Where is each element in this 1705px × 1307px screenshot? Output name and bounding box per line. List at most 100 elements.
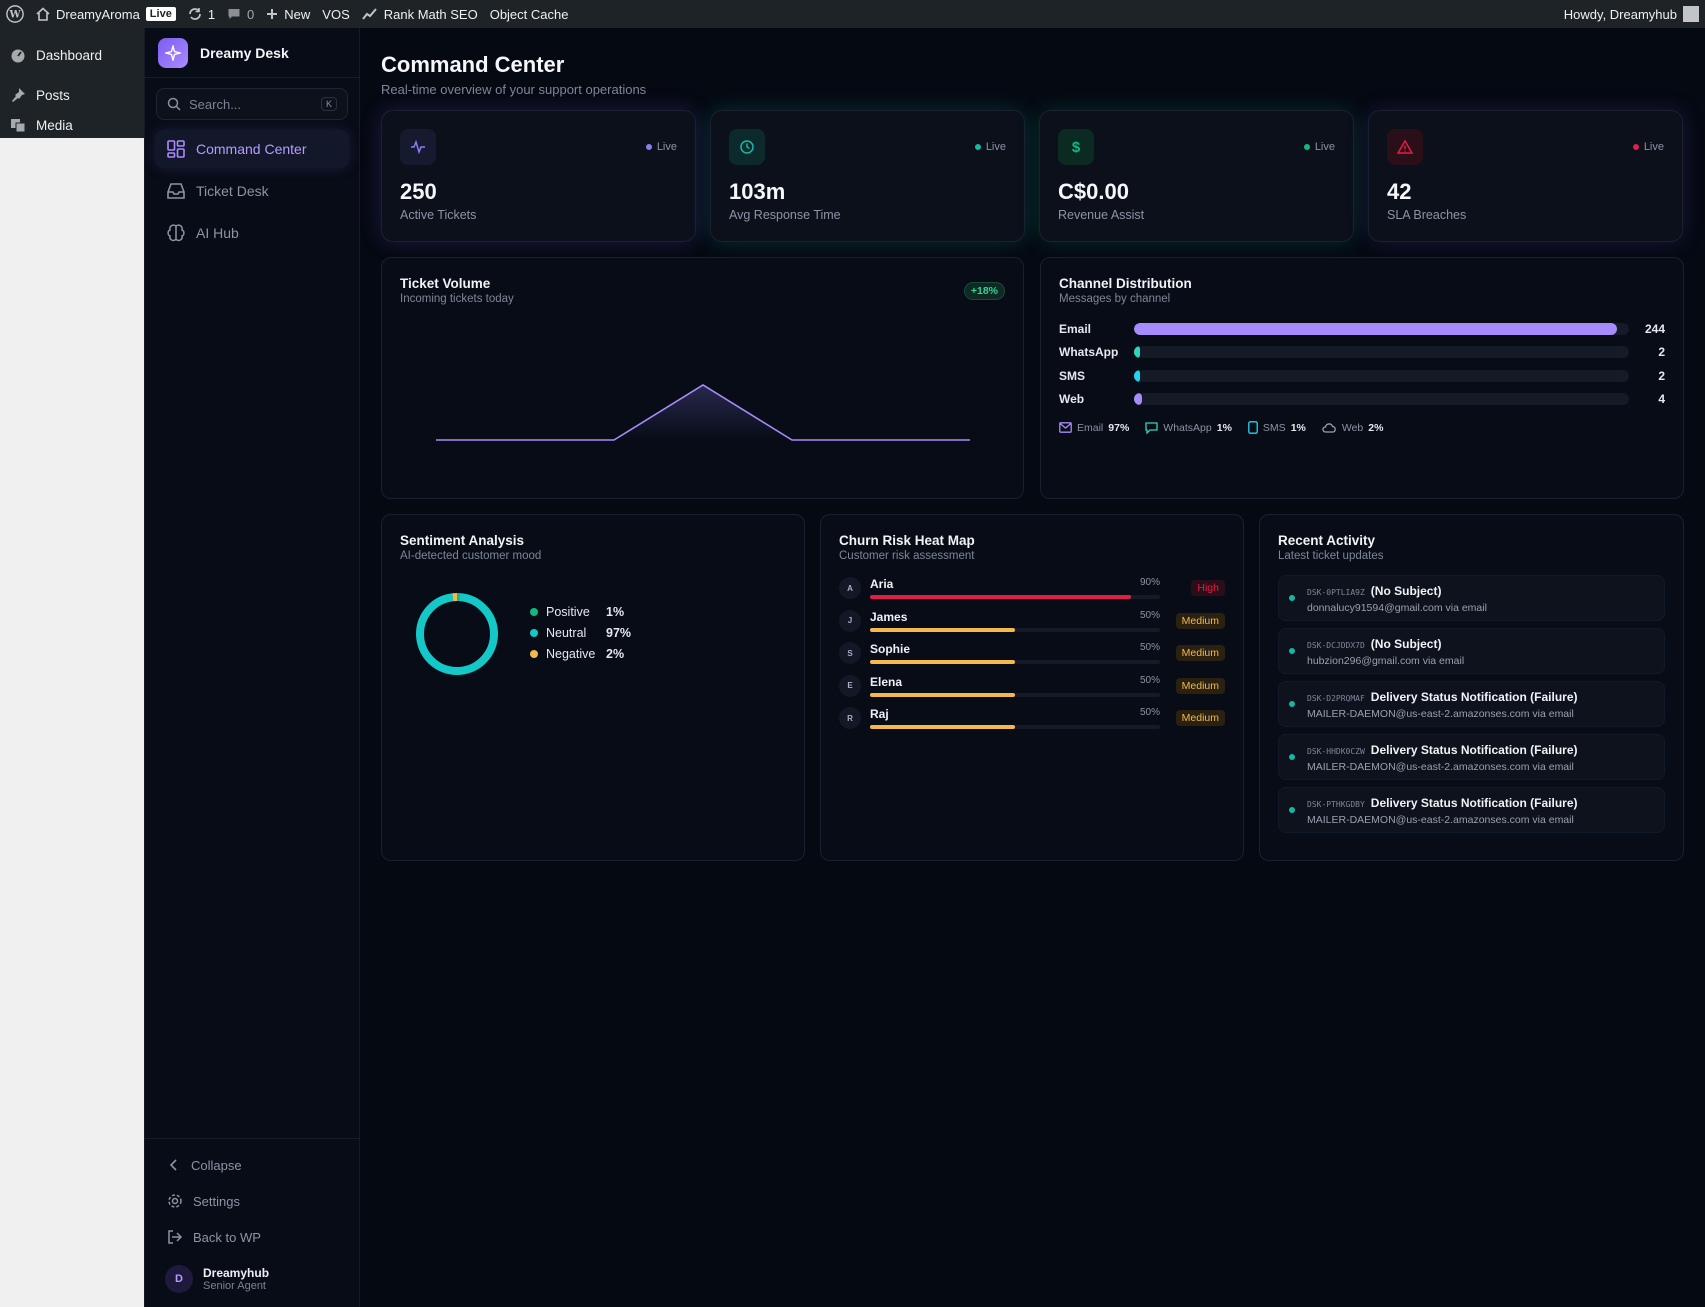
activity-item[interactable]: DSK-0PTLIA9Z (No Subject) donnalucy91594@… [1278, 575, 1665, 621]
card-subtitle: Messages by channel [1059, 293, 1171, 305]
channel-track [1134, 322, 1629, 335]
wp-account-link[interactable]: Howdy, Dreamyhub [1564, 6, 1705, 22]
churn-row[interactable]: E Elena 50% Medium [839, 670, 1225, 703]
activity-item[interactable]: DSK-D2PRQMAF Delivery Status Notification… [1278, 681, 1665, 727]
avatar: E [839, 674, 861, 697]
dashboard-grid-icon [167, 140, 185, 158]
channel-bar [1134, 322, 1618, 335]
cloud-icon [1322, 423, 1336, 433]
card-subtitle: AI-detected customer mood [400, 550, 542, 562]
wp-menu-posts[interactable]: Posts [0, 80, 144, 110]
nav-ticket-desk[interactable]: Ticket Desk [155, 172, 349, 210]
main-content: Command Center Real-time overview of you… [381, 28, 1684, 861]
stat-card-sla-breaches[interactable]: Live 42 SLA Breaches [1368, 110, 1683, 242]
wp-objectcache-link[interactable]: Object Cache [484, 0, 575, 28]
nav-command-center[interactable]: Command Center [155, 130, 349, 168]
wp-comments-link[interactable]: 0 [221, 0, 260, 28]
risk-percent: 90% [1139, 577, 1160, 589]
wp-updates-link[interactable]: 1 [182, 0, 221, 28]
churn-row[interactable]: R Raj 50% Medium [839, 702, 1225, 735]
wp-rankmath-link[interactable]: Rank Math SEO [356, 0, 484, 28]
churn-risk-card: Churn Risk Heat Map Customer risk assess… [820, 514, 1244, 861]
brand[interactable]: Dreamy Desk [145, 28, 359, 78]
search-placeholder: Search... [189, 96, 242, 112]
brain-icon [167, 224, 185, 242]
card-subtitle: Customer risk assessment [839, 550, 975, 562]
site-name: DreamyAroma [56, 6, 140, 22]
card-title: Ticket Volume [400, 276, 491, 291]
ticket-meta: donnalucy91594@gmail.com via email [1307, 602, 1487, 614]
ticket-meta: MAILER-DAEMON@us-east-2.amazonses.com vi… [1307, 761, 1574, 773]
chevron-left-icon [169, 1159, 177, 1171]
stat-label: Avg Response Time [729, 208, 841, 222]
activity-item[interactable]: DSK-DCJDDX7D (No Subject) hubzion296@gmai… [1278, 628, 1665, 674]
channel-name: SMS [1059, 368, 1086, 383]
user-profile[interactable]: D Dreamyhub Senior Agent [145, 1255, 360, 1307]
collapse-button[interactable]: Collapse [145, 1147, 360, 1183]
activity-item[interactable]: DSK-PTHKGDBY Delivery Status Notification… [1278, 787, 1665, 833]
risk-percent: 50% [1139, 609, 1160, 621]
dashboard-icon [11, 49, 25, 63]
wp-menu-media[interactable]: Media [0, 110, 144, 140]
nav-ai-hub[interactable]: AI Hub [155, 214, 349, 252]
sidebar-bottom: Collapse Settings Back to WP D Dreamyhub… [145, 1138, 360, 1307]
new-label: New [284, 6, 311, 22]
churn-row[interactable]: A Aria 90% High [839, 572, 1225, 605]
stat-card-avg-response[interactable]: Live 103m Avg Response Time [710, 110, 1025, 242]
wp-admin-bar: W DreamyAroma Live 1 0 New VOS Rank Math… [0, 0, 1705, 28]
sidebar-nav: Command Center Ticket Desk AI Hub [145, 130, 359, 252]
risk-percent: 50% [1139, 674, 1160, 686]
channel-count: 2 [1658, 345, 1665, 360]
wp-menu-label: Dashboard [36, 47, 103, 63]
back-to-wp-button[interactable]: Back to WP [145, 1219, 360, 1255]
channel-row-whatsapp: WhatsApp 2 [1059, 341, 1665, 365]
page-title: Command Center [381, 52, 565, 77]
risk-bar [870, 660, 1015, 665]
churn-row[interactable]: J James 50% Medium [839, 605, 1225, 638]
gear-icon [168, 1194, 182, 1208]
churn-list: A Aria 90% High J James 50% Medium S Sophi… [839, 572, 1225, 735]
inbox-icon [167, 183, 185, 199]
activity-icon [400, 129, 436, 165]
card-title: Sentiment Analysis [400, 533, 525, 548]
wp-menu-dashboard[interactable]: Dashboard [0, 40, 144, 70]
legend-sms: SMS 1% [1248, 421, 1306, 434]
wp-new-link[interactable]: New [260, 0, 316, 28]
vos-label: VOS [322, 6, 350, 22]
avatar: J [839, 609, 861, 632]
settings-button[interactable]: Settings [145, 1183, 360, 1219]
sentiment-negative: Negative 2% [530, 643, 631, 664]
live-indicator: Live [645, 141, 677, 153]
status-dot [1289, 701, 1295, 707]
ticket-title: (No Subject) [1370, 584, 1442, 598]
avatar: A [839, 577, 861, 600]
status-dot [1289, 595, 1295, 601]
activity-item[interactable]: DSK-HHDK0CZW Delivery Status Notification… [1278, 734, 1665, 780]
channel-bar [1134, 393, 1142, 406]
status-dot [1289, 648, 1295, 654]
channel-bars: Email 244 WhatsApp 2 SMS 2 Web 4 [1059, 317, 1665, 411]
stat-card-active-tickets[interactable]: Live 250 Active Tickets [381, 110, 696, 242]
objectcache-label: Object Cache [489, 6, 569, 22]
ticket-title: Delivery Status Notification (Failure) [1370, 690, 1578, 704]
mail-icon [1059, 422, 1072, 433]
wp-site-link[interactable]: DreamyAroma Live [30, 0, 182, 28]
wp-vos-link[interactable]: VOS [316, 0, 355, 28]
channel-distribution-card: Channel Distribution Messages by channel… [1040, 257, 1684, 499]
home-icon [36, 7, 50, 21]
channel-count: 4 [1658, 392, 1665, 407]
activity-list: DSK-0PTLIA9Z (No Subject) donnalucy91594@… [1278, 575, 1665, 833]
wp-logo-button[interactable]: W [0, 0, 30, 28]
wp-menu-label: Posts [36, 87, 70, 103]
stat-card-revenue-assist[interactable]: $ Live C$0.00 Revenue Assist [1039, 110, 1354, 242]
sentiment-legend: Positive 1% Neutral 97% Negative 2% [530, 601, 631, 664]
search-input[interactable]: Search... K [156, 88, 348, 120]
ticket-volume-chart [436, 384, 970, 441]
churn-row[interactable]: S Sophie 50% Medium [839, 637, 1225, 670]
svg-text:W: W [8, 10, 21, 21]
pin-icon [12, 88, 25, 102]
card-title: Recent Activity [1278, 533, 1376, 548]
rankmath-label: Rank Math SEO [383, 6, 478, 22]
donut-slice-neutral [416, 593, 498, 675]
risk-badge: Medium [1175, 677, 1225, 694]
